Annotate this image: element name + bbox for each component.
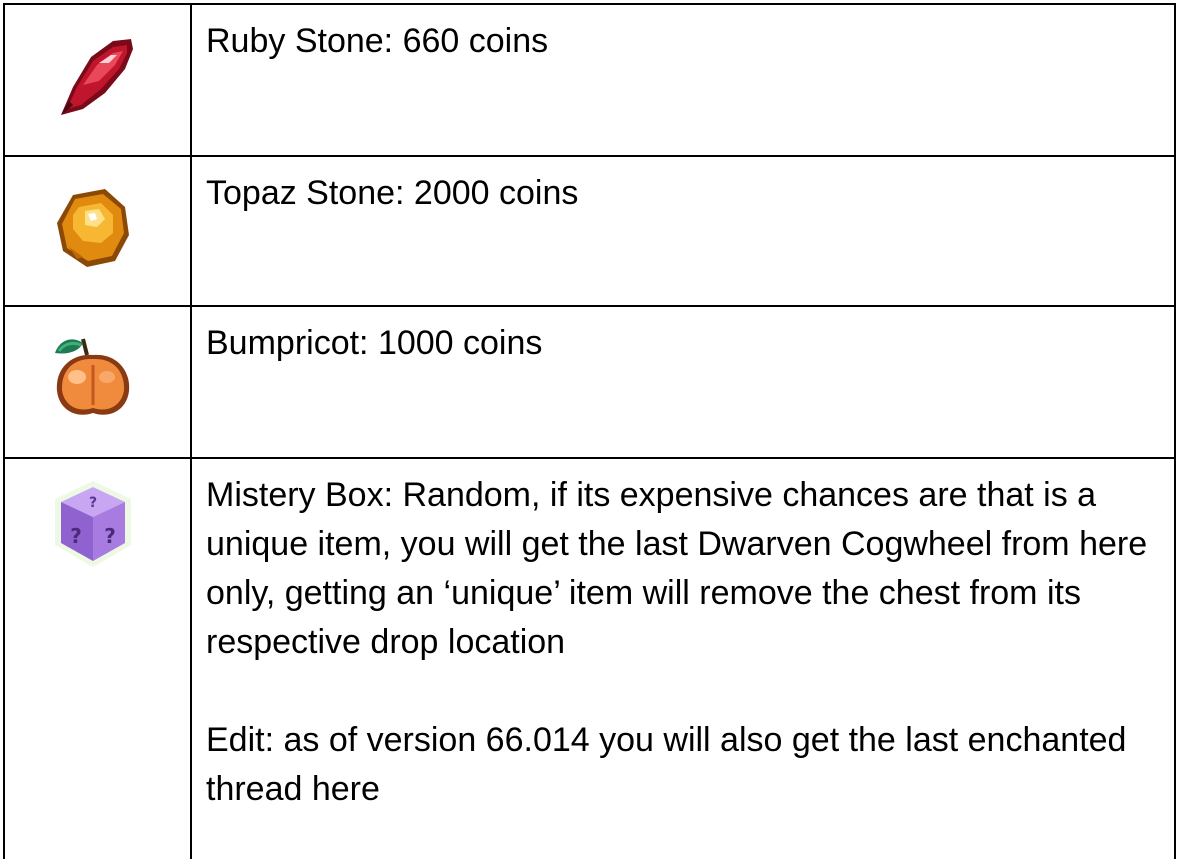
table-row: Ruby Stone: 660 coins <box>3 3 1176 157</box>
description-cell: Mistery Box: Random, if its expensive ch… <box>190 457 1176 859</box>
svg-text:?: ? <box>70 524 82 548</box>
item-description: Topaz Stone: 2000 coins <box>206 174 579 212</box>
ruby-stone-icon <box>43 27 143 127</box>
description-cell: Ruby Stone: 660 coins <box>190 3 1176 157</box>
mystery-box-icon: ? ? ? <box>43 473 143 573</box>
icon-cell: ? ? ? <box>3 457 192 859</box>
table-row: ? ? ? Mistery Box: Random, if its expens… <box>3 457 1176 859</box>
bumpricot-icon <box>43 325 143 425</box>
item-description: Ruby Stone: 660 coins <box>206 22 549 60</box>
table-row: Bumpricot: 1000 coins <box>3 305 1176 459</box>
icon-cell <box>3 305 192 459</box>
table-row: Topaz Stone: 2000 coins <box>3 155 1176 307</box>
item-price-table: Ruby Stone: 660 coins Topaz Stone: 2000 … <box>3 3 1176 859</box>
svg-text:?: ? <box>104 524 116 548</box>
edit-note: Edit: as of version 66.014 you will also… <box>206 721 1127 808</box>
icon-cell <box>3 155 192 307</box>
item-description: Bumpricot: 1000 coins <box>206 324 543 362</box>
description-cell: Topaz Stone: 2000 coins <box>190 155 1176 307</box>
icon-cell <box>3 3 192 157</box>
item-description: Mistery Box: Random, if its expensive ch… <box>206 476 1148 661</box>
topaz-stone-icon <box>43 177 143 277</box>
description-cell: Bumpricot: 1000 coins <box>190 305 1176 459</box>
svg-text:?: ? <box>89 495 97 511</box>
